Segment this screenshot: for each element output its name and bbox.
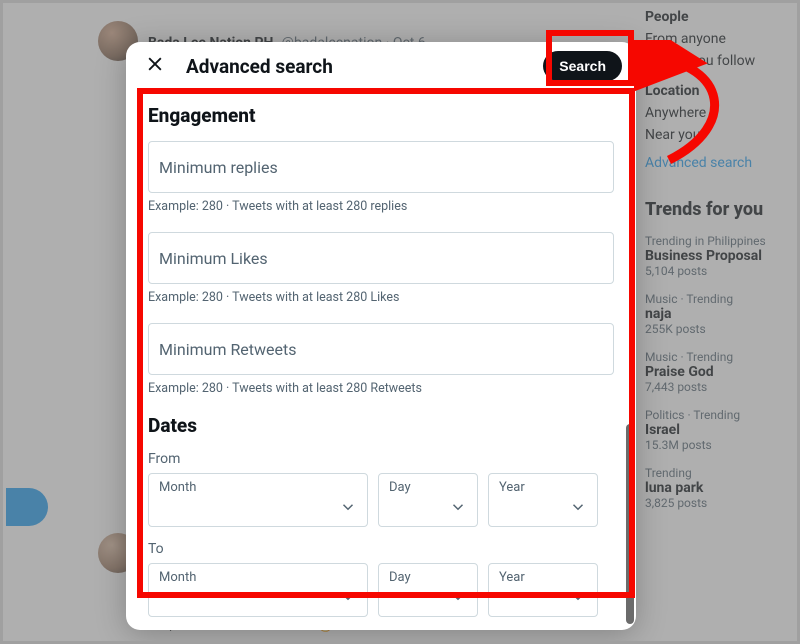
min-replies-input[interactable]: Minimum replies <box>148 141 614 193</box>
engagement-heading: Engagement <box>148 104 614 127</box>
scrollbar-thumb[interactable] <box>626 424 634 624</box>
select-label: Year <box>499 480 525 495</box>
to-year-select[interactable]: Year <box>488 563 598 617</box>
input-placeholder: Minimum Likes <box>159 249 268 268</box>
select-label: Day <box>389 480 411 495</box>
select-label: Month <box>159 480 196 495</box>
min-retweets-input[interactable]: Minimum Retweets <box>148 323 614 375</box>
chevron-down-icon <box>449 498 467 520</box>
chevron-down-icon <box>339 588 357 610</box>
from-date-row: Month Day Year <box>148 473 614 527</box>
from-day-select[interactable]: Day <box>378 473 478 527</box>
min-likes-example: Example: 280 · Tweets with at least 280 … <box>148 290 614 305</box>
modal-header: Advanced search Search <box>126 42 636 90</box>
modal-title: Advanced search <box>186 55 333 78</box>
input-placeholder: Minimum Retweets <box>159 340 297 359</box>
chevron-down-icon <box>449 588 467 610</box>
select-label: Year <box>499 570 525 585</box>
dates-heading: Dates <box>148 414 614 437</box>
select-label: Day <box>389 570 411 585</box>
close-icon <box>145 54 165 78</box>
to-day-select[interactable]: Day <box>378 563 478 617</box>
from-month-select[interactable]: Month <box>148 473 368 527</box>
select-label: Month <box>159 570 196 585</box>
to-month-select[interactable]: Month <box>148 563 368 617</box>
search-button[interactable]: Search <box>543 51 622 81</box>
from-year-select[interactable]: Year <box>488 473 598 527</box>
modal-scrollbar[interactable] <box>626 134 634 622</box>
to-date-row: Month Day Year <box>148 563 614 617</box>
min-retweets-example: Example: 280 · Tweets with at least 280 … <box>148 381 614 396</box>
advanced-search-modal: Advanced search Search Engagement Minimu… <box>126 42 636 630</box>
min-likes-input[interactable]: Minimum Likes <box>148 232 614 284</box>
close-button[interactable] <box>140 51 170 81</box>
from-label: From <box>148 451 614 467</box>
to-label: To <box>148 541 614 557</box>
chevron-down-icon <box>569 498 587 520</box>
chevron-down-icon <box>339 498 357 520</box>
min-replies-example: Example: 280 · Tweets with at least 280 … <box>148 199 614 214</box>
modal-body[interactable]: Engagement Minimum replies Example: 280 … <box>126 90 636 630</box>
input-placeholder: Minimum replies <box>159 158 278 177</box>
chevron-down-icon <box>569 588 587 610</box>
